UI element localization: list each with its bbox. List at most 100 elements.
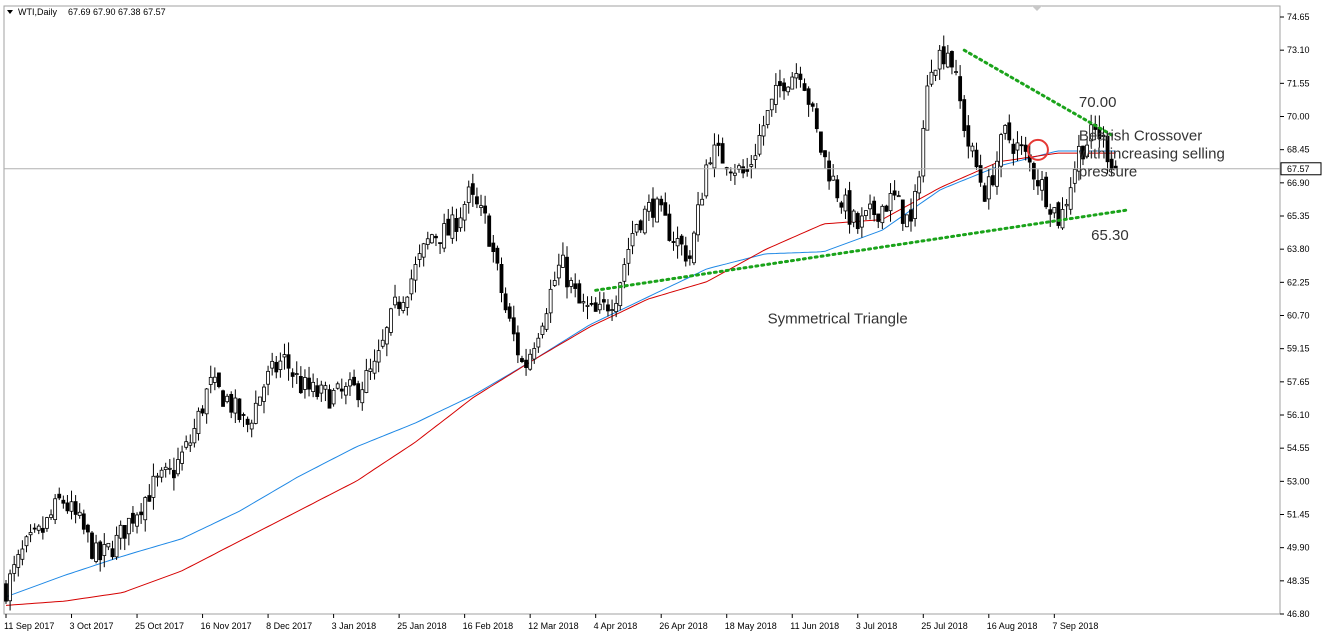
candle bbox=[180, 445, 184, 471]
candle-body bbox=[601, 299, 606, 303]
candle bbox=[704, 159, 709, 199]
candle bbox=[151, 463, 156, 510]
candle-body bbox=[208, 376, 213, 385]
candle-body bbox=[212, 376, 217, 383]
candle-body bbox=[933, 69, 938, 76]
candle bbox=[429, 233, 434, 244]
candle bbox=[188, 434, 193, 452]
candle-body bbox=[896, 195, 901, 198]
candle bbox=[77, 503, 82, 519]
candle bbox=[720, 137, 725, 164]
chart-shift-icon[interactable] bbox=[1032, 6, 1042, 11]
candle bbox=[769, 98, 774, 117]
symbol-label: WTI,Daily bbox=[18, 7, 57, 17]
candle-body bbox=[438, 242, 442, 244]
candle-body bbox=[880, 205, 885, 224]
candle-body bbox=[290, 372, 295, 377]
candle-body bbox=[802, 83, 807, 91]
candle-body bbox=[753, 155, 758, 160]
dropdown-arrow-icon[interactable] bbox=[7, 10, 13, 14]
candle bbox=[581, 293, 586, 312]
candle-body bbox=[360, 389, 365, 404]
candle-body bbox=[286, 354, 291, 369]
candle bbox=[835, 175, 840, 203]
candle bbox=[974, 142, 979, 170]
candle bbox=[4, 580, 8, 604]
candle bbox=[1056, 201, 1061, 229]
candle-body bbox=[372, 360, 377, 374]
candle bbox=[290, 368, 295, 388]
candle bbox=[57, 487, 62, 501]
candle-body bbox=[417, 253, 422, 260]
y-tick-label: 53.00 bbox=[1287, 476, 1310, 486]
candle bbox=[782, 78, 786, 100]
candle-body bbox=[487, 215, 492, 247]
y-tick-label: 65.35 bbox=[1287, 211, 1310, 221]
candle bbox=[266, 365, 270, 396]
candle-body bbox=[704, 164, 709, 197]
candle-body bbox=[962, 99, 967, 132]
time-axis: 11 Sep 2017 3 Oct 2017 25 Oct 2017 16 Nov 2… bbox=[4, 614, 1098, 631]
candle bbox=[241, 412, 246, 428]
candle bbox=[794, 63, 799, 89]
candle-body bbox=[1036, 180, 1040, 187]
candle-body bbox=[110, 548, 115, 558]
candle bbox=[933, 69, 938, 82]
candle bbox=[876, 213, 881, 229]
candle bbox=[53, 494, 58, 525]
y-tick-label: 57.65 bbox=[1287, 377, 1310, 387]
candle-body bbox=[323, 385, 328, 390]
candle-body bbox=[192, 428, 197, 444]
candle-body bbox=[454, 218, 459, 232]
candle bbox=[773, 73, 778, 113]
candle-body bbox=[950, 51, 954, 68]
candle bbox=[8, 569, 12, 611]
candle-body bbox=[274, 361, 279, 373]
candle bbox=[941, 35, 946, 70]
y-tick-label: 74.65 bbox=[1287, 12, 1310, 22]
candle bbox=[687, 250, 692, 266]
candle bbox=[561, 242, 565, 268]
candle-body bbox=[188, 442, 193, 446]
candle-body bbox=[716, 142, 721, 146]
y-tick-label: 51.45 bbox=[1287, 510, 1310, 520]
candle-body bbox=[249, 422, 254, 430]
candle-body bbox=[966, 125, 971, 147]
candle-body bbox=[1040, 179, 1044, 191]
candle bbox=[716, 134, 721, 157]
candle bbox=[425, 231, 430, 250]
candle-body bbox=[786, 86, 791, 93]
candle-body bbox=[839, 202, 844, 208]
candle-body bbox=[556, 264, 561, 279]
candle bbox=[257, 396, 262, 406]
candle-body bbox=[450, 214, 455, 239]
candle bbox=[655, 196, 660, 223]
candle-body bbox=[769, 98, 774, 111]
candle-body bbox=[1064, 203, 1069, 207]
candle bbox=[409, 269, 414, 301]
candle bbox=[507, 303, 512, 322]
candle bbox=[356, 380, 361, 408]
candle bbox=[217, 372, 221, 389]
candle bbox=[651, 187, 655, 228]
candle bbox=[548, 279, 553, 323]
candle-body bbox=[909, 209, 913, 222]
candle bbox=[389, 307, 393, 336]
candle-body bbox=[163, 466, 168, 471]
candle-body bbox=[745, 168, 750, 172]
candle-body bbox=[974, 149, 979, 168]
candle-body bbox=[8, 573, 12, 602]
candle bbox=[196, 407, 201, 441]
candle bbox=[479, 194, 483, 217]
candle-body bbox=[647, 202, 651, 212]
candle-body bbox=[425, 238, 430, 245]
candle-body bbox=[540, 325, 545, 335]
candle bbox=[749, 155, 754, 179]
candle-body bbox=[810, 103, 815, 107]
candle bbox=[1031, 161, 1036, 191]
price-axis: 74.65 73.10 71.55 70.00 68.45 66.90 65.35 63.80… bbox=[1280, 12, 1322, 619]
candle-body bbox=[536, 337, 541, 348]
chart[interactable]: 74.65 73.10 71.55 70.00 68.45 66.90 65.35 63.80… bbox=[0, 0, 1338, 638]
y-tick-label: 73.10 bbox=[1287, 45, 1310, 55]
candle-body bbox=[1068, 187, 1073, 210]
